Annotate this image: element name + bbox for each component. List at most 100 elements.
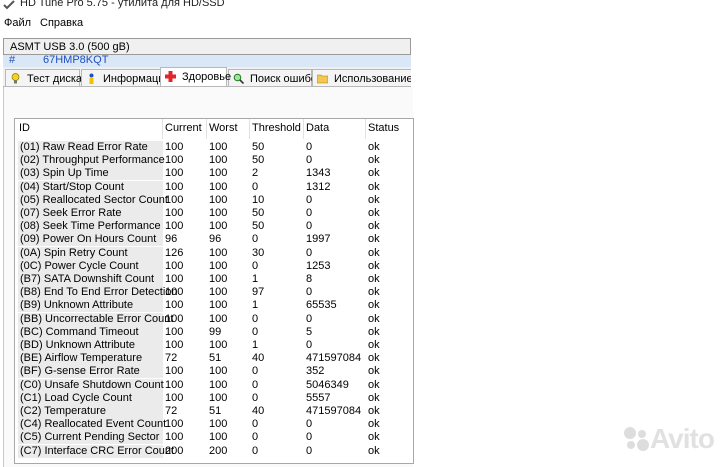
- tab-label: Тест диска: [27, 73, 83, 85]
- table-row[interactable]: (09) Power On Hours Count 96 96 0 1997 ok: [15, 233, 413, 247]
- cell-threshold: 0: [252, 325, 259, 338]
- cell-threshold: 50: [252, 141, 265, 153]
- app-checkmark-icon: [3, 0, 15, 10]
- tab-info[interactable]: Информация: [81, 69, 170, 86]
- cell-current: 100: [165, 193, 184, 206]
- cell-worst: 99: [209, 325, 222, 338]
- table-row[interactable]: (02) Throughput Performance 100 100 50 0 ok: [15, 154, 413, 168]
- cell-current: 100: [165, 141, 184, 153]
- avito-logo-icon: [624, 427, 649, 451]
- serial-hash: #: [9, 54, 16, 66]
- cell-threshold: 0: [252, 418, 259, 431]
- cell-threshold: 97: [252, 286, 265, 299]
- drive-selector[interactable]: ASMT USB 3.0 (500 gB): [3, 38, 411, 55]
- table-row[interactable]: (BD) Unknown Attribute 100 100 1 0 ok: [15, 339, 413, 352]
- cell-status: ok: [368, 167, 380, 180]
- cell-status: ok: [368, 207, 380, 219]
- column-header-current[interactable]: Current: [165, 122, 202, 138]
- tab-health[interactable]: Здоровье: [160, 67, 231, 86]
- cell-id: (08) Seek Time Performance: [18, 220, 163, 234]
- table-row[interactable]: (BC) Command Timeout 100 99 0 5 ok: [15, 325, 413, 339]
- column-divider: [249, 119, 250, 139]
- table-row[interactable]: (0A) Spin Retry Count 126 100 30 0 ok: [15, 246, 413, 260]
- cell-current: 100: [165, 378, 184, 391]
- cell-current: 72: [165, 352, 178, 365]
- tab-folder-usage[interactable]: Использование па: [312, 69, 411, 86]
- cell-status: ok: [368, 286, 380, 299]
- table-row[interactable]: (03) Spin Up Time 100 100 2 1343 ok: [15, 167, 413, 181]
- cell-current: 100: [165, 365, 184, 378]
- cell-threshold: 1: [252, 273, 259, 285]
- cell-worst: 100: [209, 299, 228, 312]
- cell-data: 5557: [306, 391, 331, 404]
- menu-help[interactable]: Справка: [40, 17, 83, 29]
- table-row[interactable]: (BB) Uncorrectable Error Count 100 100 0 0 ok: [15, 312, 413, 326]
- cell-id: (C5) Current Pending Sector: [18, 431, 163, 445]
- cell-data: 471597084: [306, 405, 362, 417]
- tab-disk-test[interactable]: Тест диска: [5, 69, 83, 86]
- cell-threshold: 30: [252, 246, 265, 259]
- cell-id: (B7) SATA Downshift Count: [18, 273, 163, 286]
- table-row[interactable]: (08) Seek Time Performance 100 100 50 0 ok: [15, 220, 413, 234]
- cell-status: ok: [368, 312, 380, 325]
- cell-current: 100: [165, 325, 184, 338]
- cell-current: 100: [165, 391, 184, 404]
- cell-id: (0A) Spin Retry Count: [18, 246, 163, 260]
- table-row[interactable]: (C1) Load Cycle Count 100 100 0 5557 ok: [15, 391, 413, 405]
- cell-worst: 100: [209, 286, 228, 299]
- cell-id: (04) Start/Stop Count: [18, 180, 163, 194]
- folder-icon: [317, 74, 328, 84]
- table-row[interactable]: (0C) Power Cycle Count 100 100 0 1253 ok: [15, 259, 413, 273]
- cell-threshold: 40: [252, 352, 265, 365]
- cell-worst: 100: [209, 141, 228, 153]
- column-header-data[interactable]: Data: [306, 122, 329, 138]
- table-row[interactable]: (BE) Airflow Temperature 72 51 40 471597084 o…: [15, 352, 413, 366]
- cell-status: ok: [368, 431, 380, 444]
- cell-current: 100: [165, 259, 184, 272]
- column-header-id[interactable]: ID: [19, 122, 30, 138]
- cell-current: 100: [165, 220, 184, 233]
- cell-data: 0: [306, 444, 313, 457]
- tab-error-scan[interactable]: Поиск ошибок: [228, 69, 322, 86]
- cell-threshold: 0: [252, 233, 259, 246]
- menu-file[interactable]: Файл: [4, 17, 31, 29]
- table-row[interactable]: (B9) Unknown Attribute 100 100 1 65535 ok: [15, 299, 413, 313]
- table-row[interactable]: (04) Start/Stop Count 100 100 0 1312 ok: [15, 180, 413, 194]
- cell-status: ok: [368, 391, 380, 404]
- cell-worst: 100: [209, 339, 228, 351]
- table-row[interactable]: (BF) G-sense Error Rate 100 100 0 352 ok: [15, 365, 413, 379]
- cell-worst: 100: [209, 193, 228, 206]
- cell-status: ok: [368, 273, 380, 285]
- cell-data: 352: [306, 365, 325, 378]
- column-header-worst[interactable]: Worst: [209, 122, 238, 138]
- table-row[interactable]: (B8) End To End Error Detection 100 100 97 0…: [15, 286, 413, 300]
- table-row[interactable]: (C7) Interface CRC Error Count 200 200 0 0 ok: [15, 444, 413, 458]
- cell-threshold: 0: [252, 259, 259, 272]
- health-panel: ID Current Worst Threshold Data Status (…: [3, 87, 414, 467]
- cell-threshold: 50: [252, 220, 265, 233]
- cell-status: ok: [368, 180, 380, 193]
- cell-data: 65535: [306, 299, 337, 312]
- cell-worst: 100: [209, 259, 228, 272]
- table-row[interactable]: (C5) Current Pending Sector 100 100 0 0 ok: [15, 431, 413, 445]
- column-header-threshold[interactable]: Threshold: [252, 122, 301, 138]
- table-row[interactable]: (05) Reallocated Sector Count 100 100 10 0 ok: [15, 193, 413, 207]
- cell-current: 100: [165, 273, 184, 285]
- cell-id: (BE) Airflow Temperature: [18, 352, 163, 366]
- cell-threshold: 0: [252, 444, 259, 457]
- table-row[interactable]: (C2) Temperature 72 51 40 471597084 ok: [15, 405, 413, 418]
- cell-data: 471597084: [306, 352, 362, 365]
- table-row[interactable]: (C0) Unsafe Shutdown Count 100 100 0 5046349…: [15, 378, 413, 392]
- table-row[interactable]: (C4) Reallocated Event Count 100 100 0 0 ok: [15, 418, 413, 432]
- cell-worst: 100: [209, 220, 228, 233]
- cell-status: ok: [368, 141, 380, 153]
- cell-worst: 100: [209, 273, 228, 285]
- table-row[interactable]: (01) Raw Read Error Rate 100 100 50 0 ok: [15, 141, 413, 154]
- cell-id: (09) Power On Hours Count: [18, 233, 163, 247]
- cell-worst: 100: [209, 431, 228, 444]
- tab-label: Использование па: [334, 73, 411, 85]
- column-header-status[interactable]: Status: [368, 122, 399, 138]
- table-row[interactable]: (07) Seek Error Rate 100 100 50 0 ok: [15, 207, 413, 220]
- column-divider: [365, 119, 366, 139]
- table-row[interactable]: (B7) SATA Downshift Count 100 100 1 8 ok: [15, 273, 413, 286]
